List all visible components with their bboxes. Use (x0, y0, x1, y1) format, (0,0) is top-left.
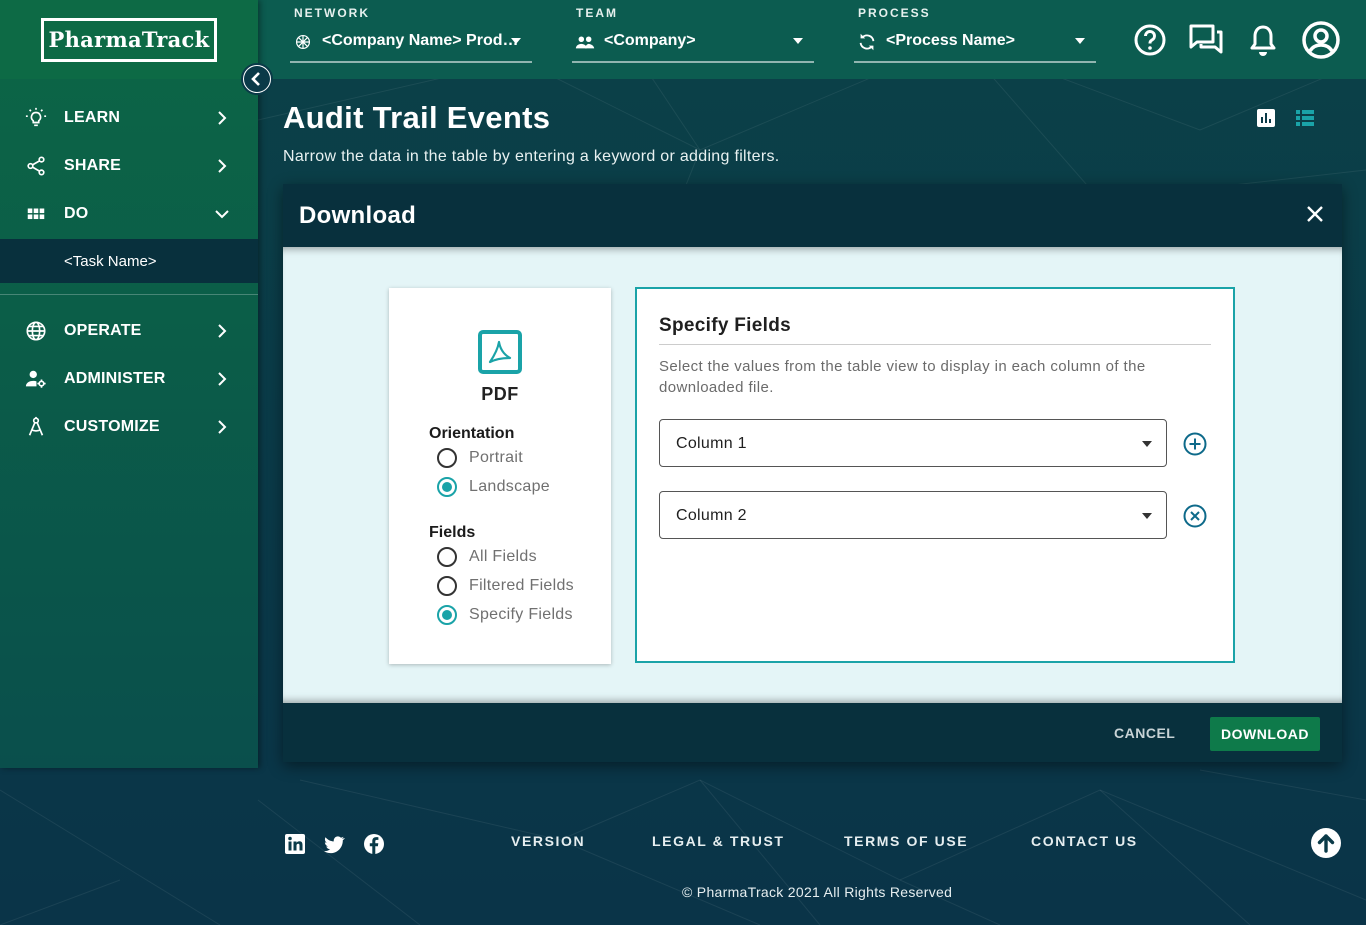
account-icon[interactable] (1301, 20, 1341, 60)
sidebar-subitem-task[interactable]: <Task Name> (0, 239, 258, 283)
chart-view-icon[interactable] (1256, 108, 1276, 128)
radio-icon (437, 576, 457, 596)
user-gear-icon (25, 370, 46, 388)
chevron-down-icon (1142, 441, 1152, 447)
fields-label: Fields (429, 524, 476, 541)
chat-icon[interactable] (1188, 22, 1224, 58)
process-selector[interactable]: PROCESS <Process Name> (854, 0, 1096, 64)
chevron-right-icon (218, 159, 227, 173)
footer-link-version[interactable]: VERSION (511, 833, 585, 849)
network-icon (295, 34, 311, 50)
chevron-left-icon (251, 72, 260, 86)
network-selector[interactable]: NETWORK <Company Name> Prod… (290, 0, 532, 64)
help-icon[interactable] (1132, 22, 1168, 58)
pdf-icon (478, 330, 522, 374)
radio-icon (437, 547, 457, 567)
share-icon (27, 156, 45, 176)
cancel-button[interactable]: CANCEL (1101, 718, 1188, 748)
radio-all-fields[interactable]: All Fields (437, 547, 537, 567)
sidebar-item-do[interactable]: DO (0, 190, 258, 238)
team-selector[interactable]: TEAM <Company> (572, 0, 814, 64)
sidebar-item-label: OPERATE (64, 322, 142, 339)
list-view-icon[interactable] (1295, 108, 1315, 128)
dialog-footer: CANCEL DOWNLOAD (283, 703, 1342, 762)
chevron-down-icon (793, 38, 803, 44)
chevron-right-icon (218, 372, 227, 386)
radio-filtered-fields[interactable]: Filtered Fields (437, 576, 574, 596)
people-icon (575, 36, 595, 49)
radio-specify-fields[interactable]: Specify Fields (437, 605, 573, 625)
collapse-sidebar-button[interactable] (241, 63, 273, 95)
twitter-icon[interactable] (323, 833, 345, 855)
team-caption: TEAM (576, 6, 618, 20)
footer-link-terms[interactable]: TERMS OF USE (844, 833, 968, 849)
sync-icon (859, 33, 875, 51)
sidebar-item-administer[interactable]: ADMINISTER (0, 355, 258, 403)
specify-fields-card: Specify Fields Select the values from th… (635, 287, 1235, 663)
bell-icon[interactable] (1245, 22, 1281, 58)
facebook-icon[interactable] (363, 833, 385, 855)
lightbulb-icon (25, 107, 47, 127)
sidebar-item-customize[interactable]: CUSTOMIZE (0, 403, 258, 451)
download-dialog: Download PDF Orientation Portrait Landsc… (283, 184, 1342, 762)
close-icon[interactable] (1304, 203, 1326, 225)
team-value: <Company> (604, 32, 696, 49)
grid-icon (27, 208, 45, 220)
page-title: Audit Trail Events (283, 100, 551, 135)
chevron-down-icon (1075, 38, 1085, 44)
logo-area: PharmaTrack (0, 0, 258, 79)
format-card: PDF Orientation Portrait Landscape Field… (389, 288, 611, 664)
dialog-body: PDF Orientation Portrait Landscape Field… (283, 247, 1342, 703)
process-caption: PROCESS (858, 6, 931, 20)
chevron-down-icon (511, 38, 521, 44)
logo[interactable]: PharmaTrack (41, 17, 217, 62)
network-caption: NETWORK (294, 6, 370, 20)
sidebar-item-label: SHARE (64, 157, 122, 174)
orientation-label: Orientation (429, 425, 515, 442)
divider (659, 344, 1211, 345)
divider (0, 294, 258, 295)
chevron-down-icon (215, 210, 229, 219)
column-1-select[interactable]: Column 1 (659, 419, 1167, 467)
chevron-right-icon (218, 420, 227, 434)
specify-fields-description: Select the values from the table view to… (659, 358, 1146, 396)
sidebar-item-label: DO (64, 205, 89, 222)
sidebar-item-label: CUSTOMIZE (64, 418, 160, 435)
download-button[interactable]: DOWNLOAD (1210, 717, 1320, 751)
specify-fields-title: Specify Fields (659, 315, 791, 336)
network-value: <Company Name> Prod… (322, 32, 519, 49)
linkedin-icon[interactable] (284, 833, 306, 855)
dialog-header: Download (283, 184, 1342, 247)
scroll-to-top-icon[interactable] (1310, 827, 1342, 859)
radio-selected-icon (437, 605, 457, 625)
process-value: <Process Name> (886, 32, 1015, 49)
sidebar-item-label: LEARN (64, 109, 121, 126)
top-bar: NETWORK <Company Name> Prod… TEAM <Compa… (258, 0, 1366, 79)
footer-link-legal[interactable]: LEGAL & TRUST (652, 833, 785, 849)
globe-icon (26, 321, 46, 341)
copyright: © PharmaTrack 2021 All Rights Reserved (682, 884, 953, 900)
add-column-icon[interactable] (1182, 431, 1208, 457)
sidebar-item-operate[interactable]: OPERATE (0, 307, 258, 355)
radio-portrait[interactable]: Portrait (437, 448, 523, 468)
sidebar: PharmaTrack LEARN SHARE DO <Task Name> O… (0, 0, 258, 768)
chevron-right-icon (218, 324, 227, 338)
page-subtitle: Narrow the data in the table by entering… (283, 148, 780, 165)
remove-column-icon[interactable] (1182, 503, 1208, 529)
sidebar-item-share[interactable]: SHARE (0, 142, 258, 190)
sidebar-item-learn[interactable]: LEARN (0, 94, 258, 142)
format-label: PDF (481, 384, 519, 404)
sidebar-item-label: ADMINISTER (64, 370, 166, 387)
footer-link-contact[interactable]: CONTACT US (1031, 833, 1138, 849)
chevron-down-icon (1142, 513, 1152, 519)
radio-landscape[interactable]: Landscape (437, 477, 550, 497)
dialog-title: Download (299, 202, 417, 229)
radio-icon (437, 448, 457, 468)
radio-selected-icon (437, 477, 457, 497)
column-2-select[interactable]: Column 2 (659, 491, 1167, 539)
chevron-right-icon (218, 111, 227, 125)
compass-icon (28, 416, 44, 436)
